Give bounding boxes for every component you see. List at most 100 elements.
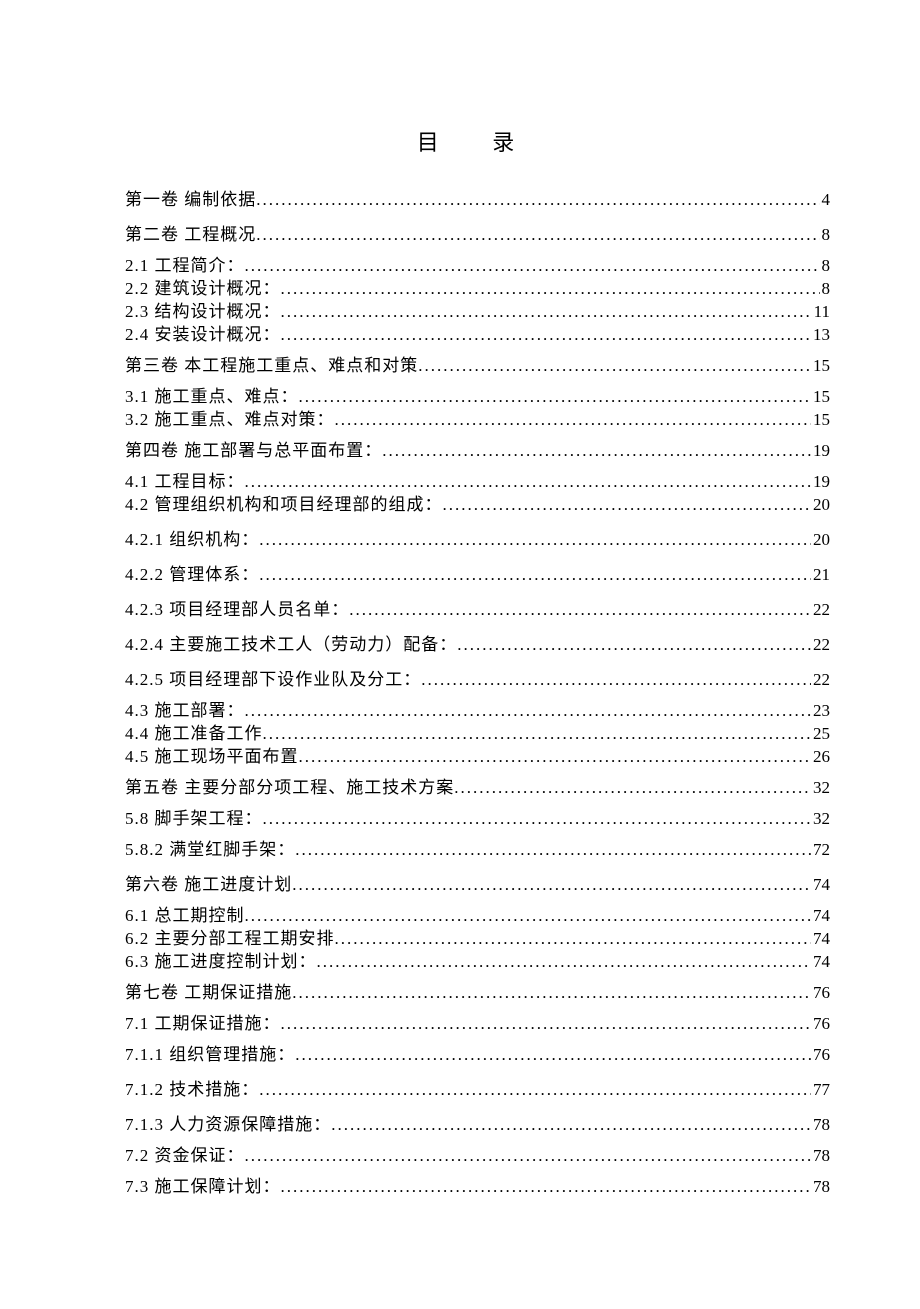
toc-entry-leader (335, 930, 812, 947)
toc-entry-page: 8 (820, 280, 831, 297)
toc-entry-page: 74 (811, 876, 830, 893)
toc-entry: 7.3 施工保障计划： 78 (125, 1178, 830, 1195)
toc-entry: 第一卷 编制依据 4 (125, 191, 830, 208)
toc-entry-label: 7.1.2 技术措施： (125, 1081, 259, 1098)
toc-entry: 4.2 管理组织机构和项目经理部的组成：20 (125, 496, 830, 513)
toc-entry: 6.1 总工期控制 74 (125, 907, 830, 924)
toc-entry-page: 4 (820, 191, 831, 208)
toc-entry-label: 2.2 建筑设计概况： (125, 280, 281, 297)
toc-entry-leader (331, 1116, 811, 1133)
toc-entry-label: 第七卷 工期保证措施 (125, 984, 292, 1001)
toc-entry-label: 4.5 施工现场平面布置 (125, 748, 299, 765)
toc-entry-leader (281, 280, 820, 297)
toc-entry-leader (263, 810, 812, 827)
toc-entry-label: 第四卷 施工部署与总平面布置： (125, 442, 382, 459)
toc-entry-label: 6.3 施工进度控制计划： (125, 953, 317, 970)
toc-entry-page: 15 (811, 411, 830, 428)
toc-entry: 2.4 安装设计概况： 13 (125, 326, 830, 343)
toc-entry-label: 第二卷 工程概况 (125, 226, 256, 243)
toc-entry: 5.8.2 满堂红脚手架： 72 (125, 841, 830, 858)
toc-entry-leader (281, 1178, 812, 1195)
toc-entry-leader (245, 257, 820, 274)
toc-entry-page: 74 (811, 907, 830, 924)
toc-entry-page: 76 (811, 1015, 830, 1032)
toc-entry: 2.2 建筑设计概况： 8 (125, 280, 830, 297)
toc-entry-leader (335, 411, 812, 428)
toc-entry-page: 23 (811, 702, 830, 719)
toc-entry: 第四卷 施工部署与总平面布置：19 (125, 442, 830, 459)
toc-entry-leader (259, 566, 811, 583)
toc-entry-leader (349, 601, 811, 618)
toc-entry-page: 22 (811, 601, 830, 618)
toc-entry-leader (317, 953, 812, 970)
toc-entry-page: 20 (811, 531, 830, 548)
toc-entry: 4.2.1 组织机构：20 (125, 531, 830, 548)
toc-entry-page: 78 (811, 1178, 830, 1195)
toc-entry-page: 15 (811, 357, 830, 374)
toc-entry: 6.2 主要分部工程工期安排74 (125, 930, 830, 947)
toc-entry-label: 5.8 脚手架工程： (125, 810, 263, 827)
toc-entry-leader (259, 531, 811, 548)
toc-entry-label: 6.1 总工期控制 (125, 907, 245, 924)
toc-entry-page: 22 (811, 671, 830, 688)
toc-entry: 7.1 工期保证措施： 76 (125, 1015, 830, 1032)
toc-entry-leader (281, 1015, 812, 1032)
toc-entry: 4.2.2 管理体系：21 (125, 566, 830, 583)
toc-entry: 第三卷 本工程施工重点、难点和对策 15 (125, 357, 830, 374)
toc-entry-label: 4.4 施工准备工作 (125, 725, 263, 742)
toc-entry: 第六卷 施工进度计划 74 (125, 876, 830, 893)
toc-entry-label: 7.1 工期保证措施： (125, 1015, 281, 1032)
toc-entry: 4.3 施工部署： 23 (125, 702, 830, 719)
toc-entry-label: 7.3 施工保障计划： (125, 1178, 281, 1195)
toc-entry-page: 78 (811, 1147, 830, 1164)
toc-entry-label: 4.2.4 主要施工技术工人（劳动力）配备： (125, 636, 457, 653)
toc-entry-label: 2.1 工程简介： (125, 257, 245, 274)
toc-entry-leader (457, 636, 811, 653)
toc-entry-label: 4.2.5 项目经理部下设作业队及分工： (125, 671, 421, 688)
toc-entry-label: 4.2.3 项目经理部人员名单： (125, 601, 349, 618)
toc-entry-page: 72 (811, 841, 830, 858)
toc-entry-leader (256, 226, 819, 243)
toc-entry-page: 13 (811, 326, 830, 343)
toc-entry-label: 第五卷 主要分部分项工程、施工技术方案 (125, 779, 454, 796)
toc-entry: 5.8 脚手架工程：32 (125, 810, 830, 827)
toc-entry-leader (256, 191, 819, 208)
toc-entry: 3.1 施工重点、难点：15 (125, 388, 830, 405)
toc-entry-label: 4.3 施工部署： (125, 702, 245, 719)
toc-entry: 4.2.4 主要施工技术工人（劳动力）配备： 22 (125, 636, 830, 653)
toc-entry-leader (295, 841, 811, 858)
toc-entry-leader (259, 1081, 811, 1098)
toc-entry-page: 25 (811, 725, 830, 742)
toc-entry: 7.1.2 技术措施：77 (125, 1081, 830, 1098)
toc-entry-label: 第三卷 本工程施工重点、难点和对策 (125, 357, 418, 374)
toc-entry: 第七卷 工期保证措施 76 (125, 984, 830, 1001)
toc-entry: 第二卷 工程概况 8 (125, 226, 830, 243)
toc-entry-leader (382, 442, 811, 459)
toc-entry-label: 5.8.2 满堂红脚手架： (125, 841, 295, 858)
toc-entry-leader (245, 473, 812, 490)
toc-entry: 第五卷 主要分部分项工程、施工技术方案 32 (125, 779, 830, 796)
toc-entry-leader (245, 702, 812, 719)
toc-entry-leader (292, 984, 811, 1001)
toc-entry-label: 7.1.1 组织管理措施： (125, 1046, 295, 1063)
toc-entry: 6.3 施工进度控制计划： 74 (125, 953, 830, 970)
toc-entry-leader (299, 748, 812, 765)
toc-entry-label: 3.1 施工重点、难点： (125, 388, 299, 405)
toc-entry-leader (281, 303, 812, 320)
toc-entry: 4.1 工程目标：19 (125, 473, 830, 490)
toc-entry-label: 第一卷 编制依据 (125, 191, 256, 208)
toc-entry-page: 20 (811, 496, 830, 513)
toc-entry-label: 2.4 安装设计概况： (125, 326, 281, 343)
table-of-contents: 第一卷 编制依据 4第二卷 工程概况 82.1 工程简介：82.2 建筑设计概况… (125, 191, 830, 1195)
toc-entry-page: 26 (811, 748, 830, 765)
toc-entry-page: 76 (811, 1046, 830, 1063)
toc-entry-leader (421, 671, 811, 688)
toc-entry-page: 74 (811, 953, 830, 970)
toc-entry-label: 7.2 资金保证： (125, 1147, 245, 1164)
toc-entry-leader (245, 907, 812, 924)
toc-entry-page: 8 (820, 257, 831, 274)
toc-entry-page: 21 (811, 566, 830, 583)
document-page: 目 录 第一卷 编制依据 4第二卷 工程概况 82.1 工程简介：82.2 建筑… (0, 0, 920, 1309)
toc-entry-page: 22 (811, 636, 830, 653)
toc-entry-page: 78 (811, 1116, 830, 1133)
